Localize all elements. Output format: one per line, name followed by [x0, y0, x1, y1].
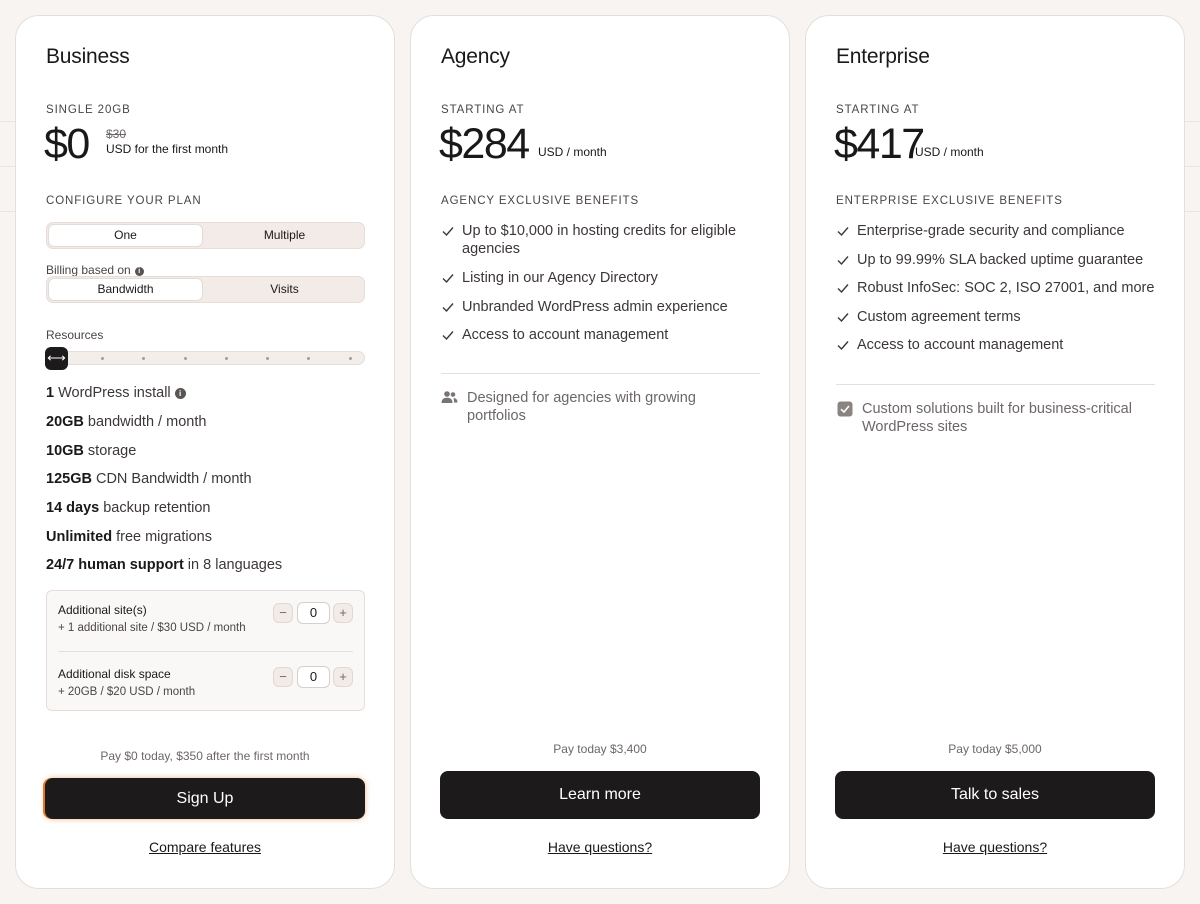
- background-divider: [1184, 121, 1200, 122]
- enterprise-note: Custom solutions built for business-crit…: [862, 401, 1132, 435]
- benefit-item: Robust InfoSec: SOC 2, ISO 27001, and mo…: [857, 280, 1155, 296]
- addon-sites-increment-button[interactable]: +: [333, 603, 353, 623]
- plan-option-one[interactable]: One: [49, 225, 202, 246]
- addon-disk-title: Additional disk space: [58, 667, 171, 681]
- price-period: USD / month: [915, 145, 984, 159]
- addon-disk-increment-button[interactable]: +: [333, 667, 353, 687]
- benefit-item: Unbranded WordPress admin experience: [462, 299, 728, 315]
- resources-slider-track[interactable]: [46, 351, 365, 365]
- resources-slider-handle[interactable]: ⟷: [45, 347, 68, 370]
- benefit-item: Listing in our Agency Directory: [462, 270, 658, 286]
- slider-tick: [266, 357, 269, 360]
- arrows-horizontal-icon: ⟷: [47, 350, 66, 365]
- background-divider: [0, 166, 16, 167]
- plan-eyebrow: STARTING AT: [441, 104, 525, 116]
- feature-cdn-bandwidth: 125GB CDN Bandwidth / month: [46, 471, 252, 487]
- background-divider: [0, 121, 16, 122]
- feature-wordpress-installs: 1 WordPress install i: [46, 385, 186, 401]
- benefits-label: AGENCY EXCLUSIVE BENEFITS: [441, 195, 640, 207]
- slider-tick: [225, 357, 228, 360]
- feature-migrations: Unlimited free migrations: [46, 529, 212, 545]
- plan-price: $284: [439, 120, 530, 168]
- slider-tick: [307, 357, 310, 360]
- users-icon: [441, 391, 458, 403]
- price-period: USD / month: [538, 145, 607, 159]
- info-icon[interactable]: i: [174, 388, 186, 399]
- plan-title: Agency: [441, 45, 510, 68]
- pay-note: Pay $0 today, $350 after the first month: [100, 749, 310, 763]
- billing-label-text: Billing based on: [46, 263, 131, 277]
- have-questions-link[interactable]: Have questions?: [806, 839, 1184, 855]
- addon-sites-title: Additional site(s): [58, 603, 147, 617]
- sign-up-button[interactable]: Sign Up: [45, 778, 365, 819]
- learn-more-button[interactable]: Learn more: [440, 771, 760, 819]
- billing-label: Billing based on i: [46, 263, 144, 277]
- benefits-label: ENTERPRISE EXCLUSIVE BENEFITS: [836, 195, 1063, 207]
- slider-tick: [184, 357, 187, 360]
- enterprise-plan-card: Enterprise STARTING AT $417 USD / month …: [805, 15, 1185, 889]
- agency-note: Designed for agencies with growing portf…: [467, 390, 696, 424]
- agency-plan-card: Agency STARTING AT $284 USD / month AGEN…: [410, 15, 790, 889]
- check-icon: [837, 313, 849, 323]
- feature-backup-retention: 14 days backup retention: [46, 500, 211, 516]
- resources-label: Resources: [46, 328, 104, 342]
- billing-option-visits[interactable]: Visits: [208, 279, 361, 300]
- original-price: $30: [106, 127, 127, 141]
- benefit-item: Access to account management: [462, 327, 669, 343]
- plan-title: Enterprise: [836, 45, 930, 68]
- plan-count-toggle: One Multiple: [46, 222, 365, 249]
- benefit-item: Up to $10,000 in hosting credits for eli…: [462, 223, 737, 257]
- check-icon: [837, 341, 849, 351]
- slider-tick: [142, 357, 145, 360]
- check-icon: [837, 227, 849, 237]
- benefit-item: Enterprise-grade security and compliance: [857, 223, 1125, 239]
- check-icon: [442, 227, 454, 237]
- pay-note: Pay today $5,000: [948, 742, 1042, 756]
- check-icon: [442, 303, 454, 313]
- billing-option-bandwidth[interactable]: Bandwidth: [49, 279, 202, 300]
- plan-option-multiple[interactable]: Multiple: [208, 225, 361, 246]
- benefit-item: Up to 99.99% SLA backed uptime guarantee: [857, 252, 1144, 268]
- price-note: USD for the first month: [106, 142, 229, 156]
- pay-note: Pay today $3,400: [553, 742, 647, 756]
- have-questions-link[interactable]: Have questions?: [411, 839, 789, 855]
- plan-eyebrow: SINGLE 20GB: [46, 104, 131, 116]
- plan-title: Business: [46, 45, 130, 68]
- business-plan-card: Business SINGLE 20GB $0 $30 USD for the …: [15, 15, 395, 889]
- feature-bandwidth: 20GB bandwidth / month: [46, 414, 207, 430]
- feature-storage: 10GB storage: [46, 443, 137, 459]
- check-icon: [837, 256, 849, 266]
- section-divider: [836, 384, 1155, 385]
- addons-panel: Additional site(s) + 1 additional site /…: [46, 590, 365, 711]
- addon-disk-decrement-button[interactable]: −: [273, 667, 293, 687]
- info-icon[interactable]: i: [134, 267, 144, 276]
- compare-features-link[interactable]: Compare features: [16, 839, 394, 855]
- plan-price: $417: [834, 120, 925, 168]
- section-divider: [441, 373, 760, 374]
- billing-toggle: Bandwidth Visits: [46, 276, 365, 303]
- benefit-item: Access to account management: [857, 337, 1064, 353]
- checkbox-checked-icon: [837, 401, 853, 417]
- feature-support: 24/7 human support in 8 languages: [46, 557, 283, 573]
- configure-label: CONFIGURE YOUR PLAN: [46, 195, 202, 207]
- slider-tick: [101, 357, 104, 360]
- benefit-item: Custom agreement terms: [857, 309, 1021, 325]
- check-icon: [837, 284, 849, 294]
- addon-sites-quantity[interactable]: 0: [297, 602, 330, 624]
- addon-disk-quantity[interactable]: 0: [297, 666, 330, 688]
- check-icon: [442, 331, 454, 341]
- plan-eyebrow: STARTING AT: [836, 104, 920, 116]
- background-divider: [1184, 166, 1200, 167]
- addon-sites-decrement-button[interactable]: −: [273, 603, 293, 623]
- addon-sites-subtitle: + 1 additional site / $30 USD / month: [58, 622, 246, 634]
- check-icon: [442, 274, 454, 284]
- background-divider: [1184, 211, 1200, 212]
- background-divider: [0, 211, 16, 212]
- plan-price: $0: [44, 120, 90, 168]
- talk-to-sales-button[interactable]: Talk to sales: [835, 771, 1155, 819]
- addon-divider: [58, 651, 353, 652]
- slider-tick: [349, 357, 352, 360]
- addon-disk-subtitle: + 20GB / $20 USD / month: [58, 686, 196, 698]
